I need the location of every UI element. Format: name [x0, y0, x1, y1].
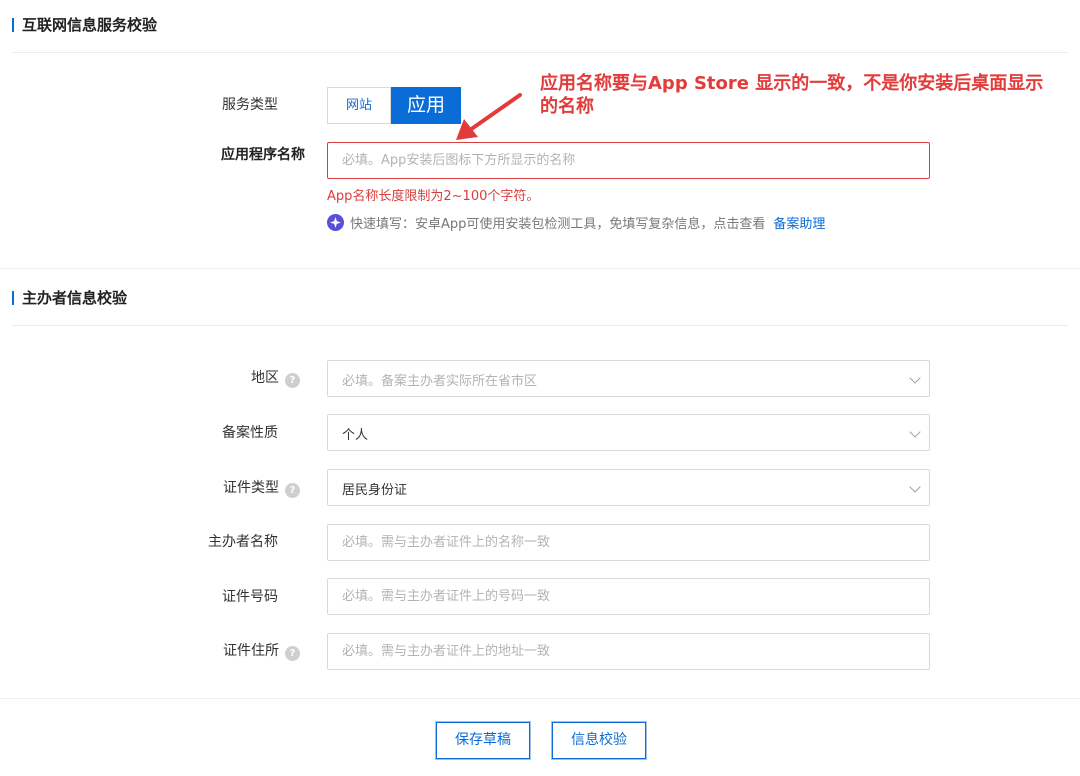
region-label-text: 地区 — [251, 370, 279, 386]
verify-info-button[interactable]: 信息校验 — [552, 722, 646, 759]
section-title-sponsor: 主办者信息校验 — [12, 289, 127, 307]
chevron-down-icon — [909, 372, 921, 384]
sponsor-name-input[interactable] — [328, 525, 929, 560]
region-select[interactable]: 必填。备案主办者实际所在省市区 — [327, 360, 930, 397]
divider — [0, 268, 1080, 269]
id-type-label-text: 证件类型 — [223, 480, 279, 496]
tip-text: 快速填写：安卓App可使用安装包检测工具，免填写复杂信息，点击查看 — [350, 217, 766, 232]
service-type-toggle: 网站 应用 — [327, 87, 462, 124]
divider — [12, 325, 1068, 326]
id-number-input[interactable] — [328, 579, 929, 614]
app-name-field — [327, 142, 930, 179]
question-circle-icon[interactable]: ? — [285, 483, 300, 498]
quick-fill-tip: 快速填写：安卓App可使用安装包检测工具，免填写复杂信息，点击查看 备案助理 — [327, 213, 825, 232]
id-address-input[interactable] — [328, 634, 929, 669]
id-type-value: 居民身份证 — [342, 483, 408, 498]
id-address-field — [327, 633, 930, 670]
annotation-text: 应用名称要与App Store 显示的一致，不是你安装后桌面显示的名称 — [540, 73, 1044, 117]
save-draft-button[interactable]: 保存草稿 — [436, 722, 530, 759]
chevron-down-icon — [909, 426, 921, 438]
nature-select[interactable]: 个人 — [327, 414, 930, 451]
sponsor-name-label: 主办者名称 — [208, 534, 278, 550]
nature-value: 个人 — [342, 428, 369, 443]
question-circle-icon[interactable]: ? — [285, 373, 300, 388]
sponsor-name-field — [327, 524, 930, 561]
id-number-label: 证件号码 — [222, 589, 278, 605]
app-name-error: App名称长度限制为2~100个字符。 — [327, 189, 540, 204]
section-title-service: 互联网信息服务校验 — [12, 16, 157, 34]
region-placeholder: 必填。备案主办者实际所在省市区 — [342, 374, 538, 389]
id-type-label: 证件类型? — [100, 478, 300, 498]
nature-label: 备案性质 — [222, 425, 278, 441]
divider — [12, 52, 1068, 53]
id-address-label: 证件住所? — [100, 641, 300, 661]
id-type-select[interactable]: 居民身份证 — [327, 469, 930, 506]
id-number-field — [327, 578, 930, 615]
app-name-label: 应用程序名称 — [221, 147, 305, 163]
service-type-label: 服务类型 — [222, 97, 278, 113]
compass-star-icon — [327, 214, 344, 231]
app-name-input[interactable] — [328, 143, 929, 178]
service-option-website[interactable]: 网站 — [327, 87, 392, 124]
region-label: 地区? — [100, 368, 300, 388]
chevron-down-icon — [909, 481, 921, 493]
question-circle-icon[interactable]: ? — [285, 646, 300, 661]
annotation-arrow-icon — [456, 93, 522, 140]
id-address-label-text: 证件住所 — [223, 643, 279, 659]
divider — [0, 698, 1080, 699]
tip-link-assistant[interactable]: 备案助理 — [773, 213, 825, 232]
